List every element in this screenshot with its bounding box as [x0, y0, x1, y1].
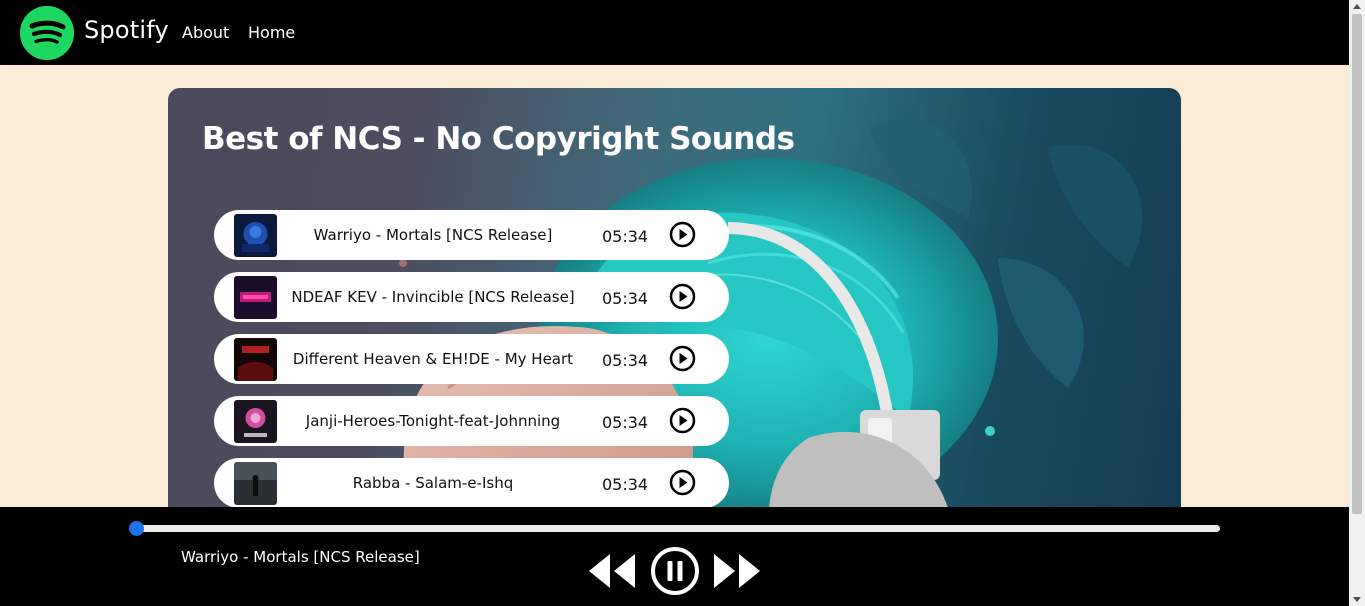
song-item[interactable]: Janji-Heroes-Tonight-feat-Johnning 05:34: [214, 396, 729, 446]
song-name: Rabba - Salam-e-Ishq: [352, 474, 514, 492]
brand-name: Spotify: [84, 16, 169, 44]
spotify-logo-icon[interactable]: [20, 6, 74, 60]
song-item[interactable]: Different Heaven & EH!DE - My Heart 05:3…: [214, 334, 729, 384]
cover-warriyo-icon: [234, 214, 277, 257]
song-item[interactable]: Warriyo - Mortals [NCS Release] 05:34: [214, 210, 729, 260]
song-name: NDEAF KEV - Invincible [NCS Release]: [291, 288, 575, 306]
song-name: Janji-Heroes-Tonight-feat-Johnning: [305, 412, 561, 430]
song-item[interactable]: NDEAF KEV - Invincible [NCS Release] 05:…: [214, 272, 729, 322]
progress-thumb[interactable]: [128, 521, 144, 536]
cover-my-heart-icon: [234, 338, 277, 381]
scroll-thumb[interactable]: [1352, 14, 1362, 514]
previous-button[interactable]: [586, 551, 638, 591]
song-name: Different Heaven & EH!DE - My Heart: [292, 350, 574, 368]
song-duration: 05:34: [602, 227, 649, 246]
page-scrollbar[interactable]: [1349, 0, 1365, 606]
next-button[interactable]: [711, 551, 763, 591]
play-button[interactable]: [669, 469, 696, 496]
scroll-down-arrow-icon[interactable]: [1353, 597, 1361, 602]
cover-heroes-icon: [234, 400, 277, 443]
nav-link-about[interactable]: About: [182, 23, 229, 42]
song-duration: 05:34: [602, 413, 649, 432]
playlist-title: Best of NCS - No Copyright Sounds: [202, 121, 795, 157]
cover-invincible-icon: [234, 276, 277, 319]
song-name: Warriyo - Mortals [NCS Release]: [313, 226, 553, 244]
play-button[interactable]: [669, 283, 696, 310]
song-item[interactable]: Rabba - Salam-e-Ishq 05:34: [214, 458, 729, 508]
song-duration: 05:34: [602, 351, 649, 370]
cover-rabba-icon: [234, 462, 277, 505]
forward-icon: [711, 551, 763, 591]
player-bar: Warriyo - Mortals [NCS Release]: [0, 507, 1349, 606]
navbar: Spotify About Home: [0, 0, 1349, 65]
now-playing-title: Warriyo - Mortals [NCS Release]: [181, 548, 420, 566]
play-button[interactable]: [669, 221, 696, 248]
pause-button[interactable]: [650, 546, 700, 596]
play-button[interactable]: [669, 407, 696, 434]
scroll-up-arrow-icon[interactable]: [1353, 4, 1361, 9]
pause-icon: [650, 546, 700, 596]
nav-link-home[interactable]: Home: [248, 23, 295, 42]
play-button[interactable]: [669, 345, 696, 372]
playlist-container: Best of NCS - No Copyright Sounds Warriy…: [168, 88, 1181, 528]
song-duration: 05:34: [602, 289, 649, 308]
song-duration: 05:34: [602, 475, 649, 494]
progress-bar[interactable]: [136, 525, 1220, 532]
backward-icon: [586, 551, 638, 591]
